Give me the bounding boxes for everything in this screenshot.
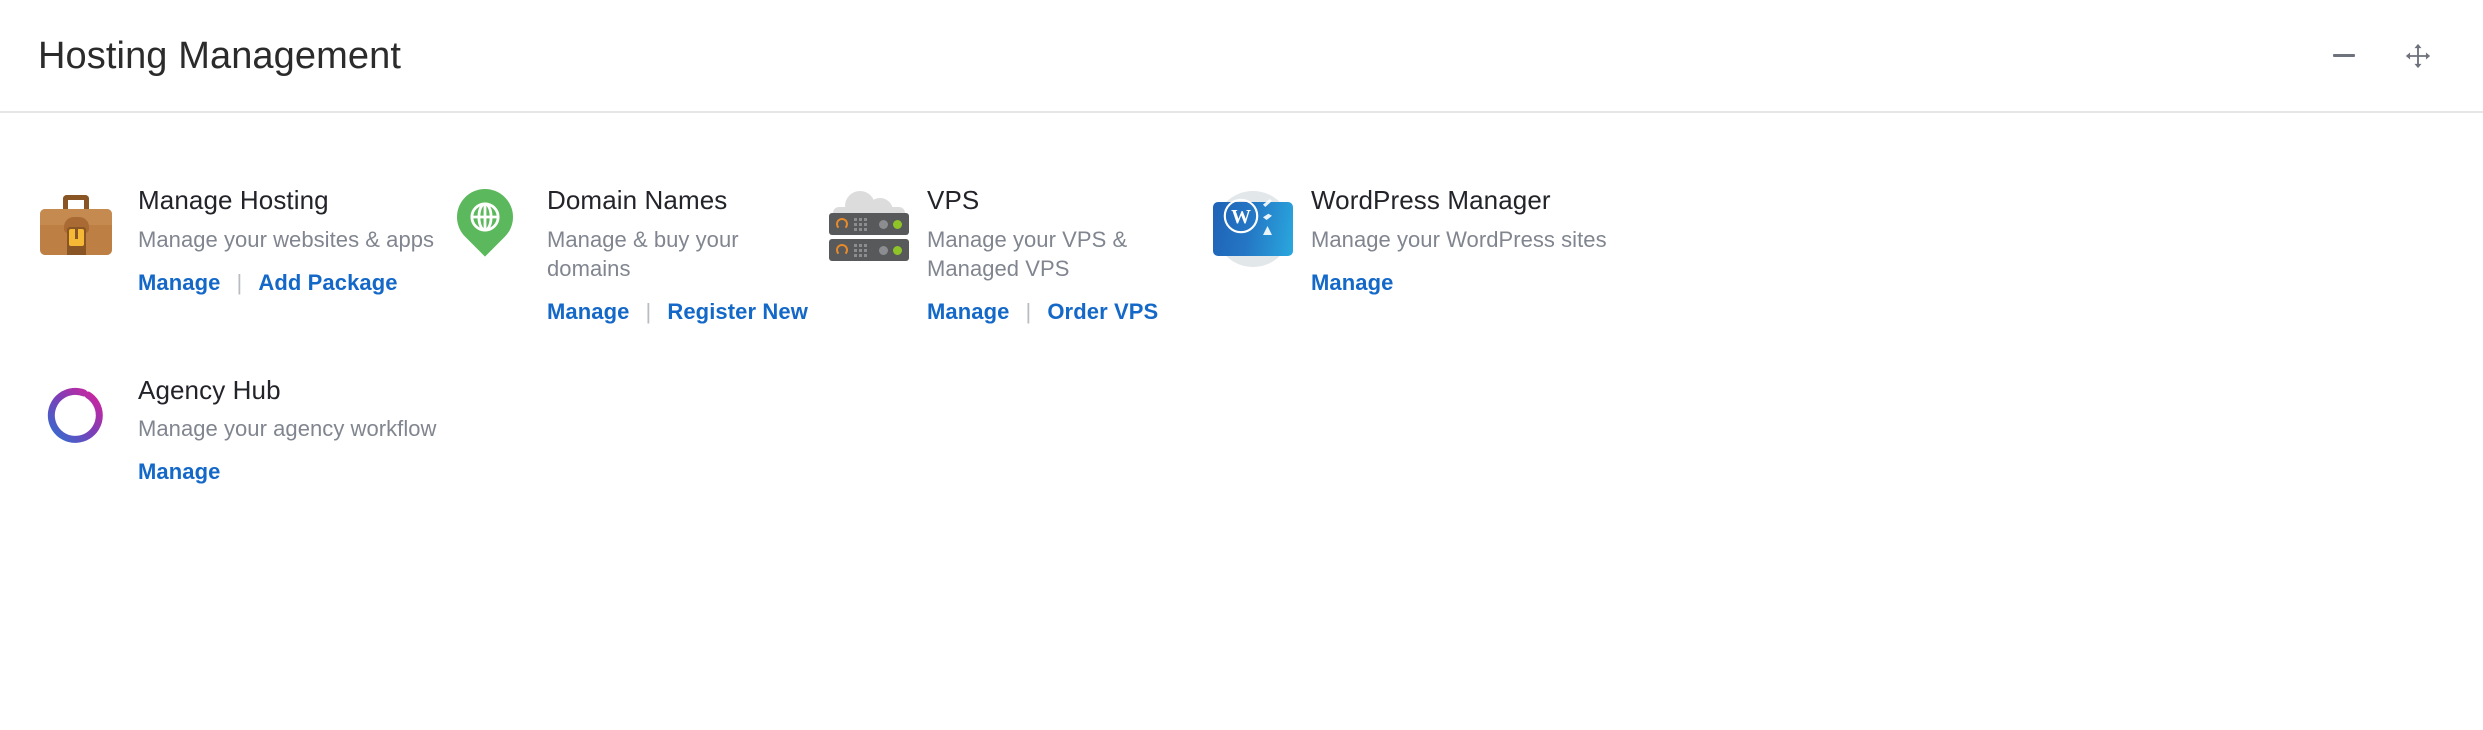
link-manage[interactable]: Manage	[1311, 270, 1394, 296]
card-description: Manage & buy your domains	[547, 226, 739, 281]
link-order-vps[interactable]: Order VPS	[1047, 299, 1158, 325]
wordpress-side-icons	[1263, 199, 1272, 235]
server-rack-icon	[829, 239, 909, 261]
cards-row-1: Manage Hosting Manage your websites & ap…	[0, 177, 2483, 325]
card-links: Manage | Register New	[547, 299, 820, 325]
cards-row-2: Agency Hub Manage your agency workflow M…	[0, 375, 2483, 486]
card-vps[interactable]: VPS Manage your VPS & Managed VPS Manage…	[820, 185, 1205, 325]
card-links: Manage	[138, 459, 440, 485]
link-separator: |	[645, 298, 652, 324]
cards-area: Manage Hosting Manage your websites & ap…	[0, 113, 2483, 485]
link-separator: |	[236, 269, 243, 295]
card-title: Agency Hub	[138, 374, 281, 405]
card-agency-hub[interactable]: Agency Hub Manage your agency workflow M…	[0, 375, 440, 486]
move-button[interactable]	[2399, 37, 2437, 75]
minimize-icon	[2333, 54, 2355, 57]
card-links: Manage | Add Package	[138, 270, 440, 296]
link-separator: |	[1025, 298, 1032, 324]
briefcase-icon	[40, 185, 112, 267]
card-body: Manage Hosting Manage your websites & ap…	[138, 185, 440, 296]
card-description: Manage your agency workflow	[138, 416, 437, 442]
card-body: VPS Manage your VPS & Managed VPS Manage…	[927, 185, 1205, 325]
gradient-ring-icon	[47, 387, 103, 443]
link-manage[interactable]: Manage	[547, 299, 630, 325]
card-links: Manage | Order VPS	[927, 299, 1205, 325]
server-rack-icon	[829, 213, 909, 235]
card-wordpress-manager[interactable]: W WordPress Manager Manage your WordPres…	[1205, 185, 1705, 296]
card-title: WordPress Manager	[1311, 185, 1551, 215]
card-body: Agency Hub Manage your agency workflow M…	[138, 375, 440, 486]
wordpress-icon: W	[1213, 185, 1293, 267]
card-title: VPS	[927, 185, 980, 215]
panel-header: Hosting Management	[0, 0, 2483, 113]
card-title: Domain Names	[547, 185, 728, 215]
link-manage[interactable]: Manage	[138, 270, 221, 296]
svg-text:W: W	[1231, 206, 1251, 228]
card-body: Domain Names Manage & buy your domains M…	[547, 185, 820, 325]
hosting-management-panel: Hosting Management Manage Hosting Manage…	[0, 0, 2483, 730]
wordpress-logo-icon: W	[1223, 198, 1259, 234]
move-icon	[2405, 43, 2431, 68]
card-body: WordPress Manager Manage your WordPress …	[1311, 185, 1705, 296]
agency-ring-icon	[40, 375, 112, 457]
card-description: Manage your WordPress sites	[1311, 226, 1607, 252]
link-manage[interactable]: Manage	[138, 459, 221, 485]
header-actions	[2325, 37, 2447, 75]
card-manage-hosting[interactable]: Manage Hosting Manage your websites & ap…	[0, 185, 440, 296]
map-pin-globe-icon	[445, 177, 525, 267]
card-domain-names[interactable]: Domain Names Manage & buy your domains M…	[440, 177, 820, 325]
link-manage[interactable]: Manage	[927, 299, 1010, 325]
card-description: Manage your VPS & Managed VPS	[927, 226, 1128, 281]
card-description: Manage your websites & apps	[138, 226, 435, 252]
page-title: Hosting Management	[38, 34, 402, 77]
link-register-new[interactable]: Register New	[667, 299, 808, 325]
card-title: Manage Hosting	[138, 185, 329, 215]
minimize-button[interactable]	[2325, 37, 2363, 75]
globe-icon	[470, 202, 500, 232]
cloud-server-icon	[829, 185, 909, 267]
card-links: Manage	[1311, 270, 1705, 296]
link-add-package[interactable]: Add Package	[258, 270, 397, 296]
